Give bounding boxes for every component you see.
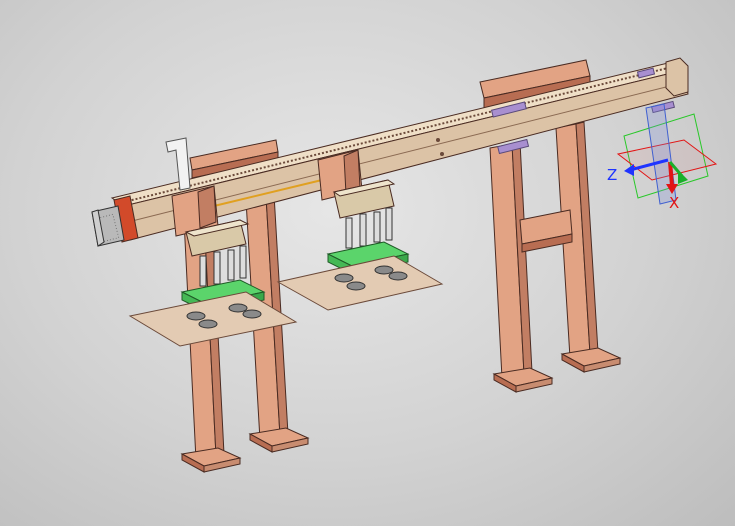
suction-cup	[374, 265, 394, 275]
suction-cup	[388, 271, 408, 281]
rail-bolt	[436, 138, 440, 142]
left-guide-rod	[199, 255, 207, 287]
suction-cup	[186, 311, 206, 321]
right-guide-rod	[345, 217, 353, 249]
suction-cup	[334, 273, 354, 283]
left-guide-rod	[213, 251, 221, 285]
coordinate-triad-icon[interactable]: Z X	[607, 103, 718, 212]
triad-x-label: X	[669, 194, 679, 212]
triad-z-label: Z	[607, 166, 617, 184]
triad-z-arrow	[624, 164, 634, 176]
servo-motor[interactable]	[91, 195, 139, 247]
suction-cup	[228, 303, 248, 313]
right-guide-rod	[373, 211, 381, 243]
left-guide-rod	[227, 249, 235, 281]
rail-bolt	[440, 152, 444, 156]
rail-end-cap	[665, 57, 689, 97]
right-guide-rod	[359, 213, 367, 247]
rail-top-face	[110, 61, 686, 207]
left-guide-rod	[239, 245, 247, 279]
assembly-model[interactable]: Z X	[0, 0, 735, 526]
right-guide-rod	[385, 207, 393, 241]
suction-cup	[198, 319, 218, 329]
suction-cup	[346, 281, 366, 291]
suction-cup	[242, 309, 262, 319]
cad-viewport[interactable]: Z X	[0, 0, 735, 526]
left-carriage-side	[197, 185, 217, 229]
